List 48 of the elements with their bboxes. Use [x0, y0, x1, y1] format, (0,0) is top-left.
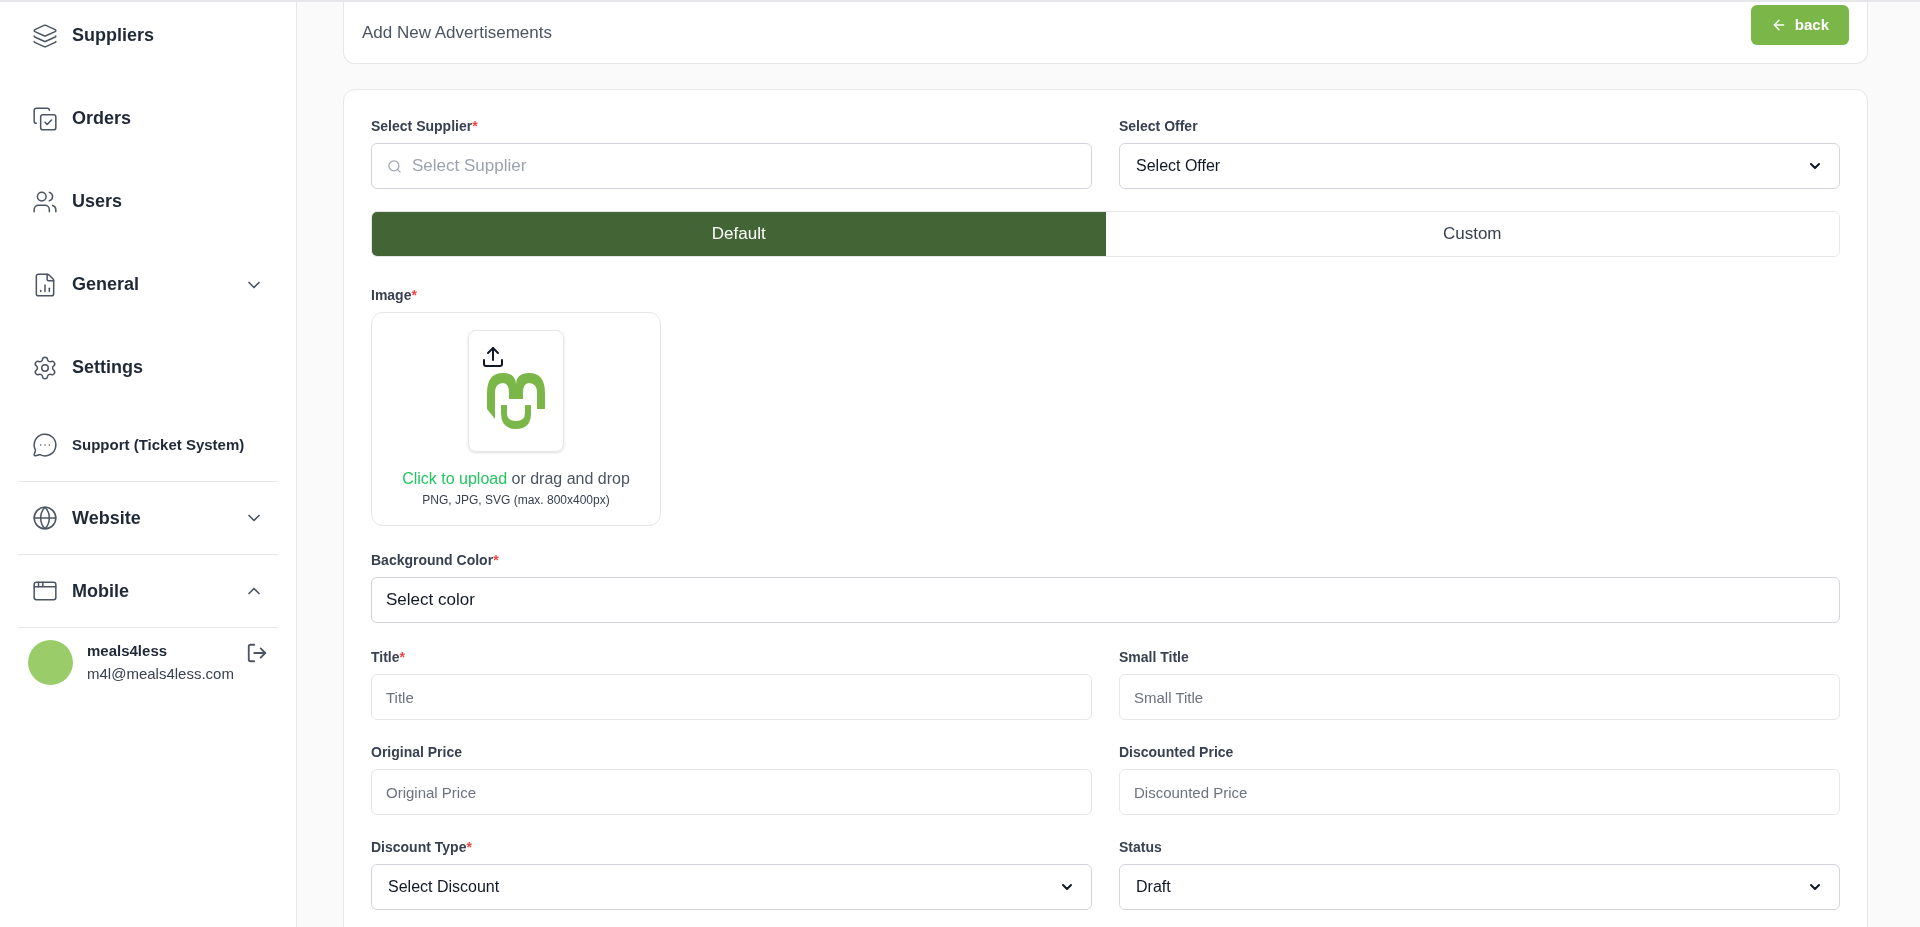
chat-bubble-icon	[32, 432, 58, 458]
sidebar-item[interactable]: Suppliers	[18, 2, 278, 77]
search-field[interactable]: Select Supplier	[371, 143, 1092, 189]
upload-formats: PNG, JPG, SVG (max. 800x400px)	[422, 492, 610, 509]
field-label: Select Supplier	[371, 118, 473, 134]
field-label: Image	[371, 287, 412, 303]
sidebar-item[interactable]: Website	[18, 482, 278, 554]
field-label: Discounted Price	[1119, 744, 1234, 760]
sidebar-item[interactable]: General	[18, 243, 278, 326]
logout-icon[interactable]	[246, 642, 268, 664]
upload-icon	[481, 345, 505, 369]
field-label: Background Color	[371, 552, 494, 568]
search-icon	[387, 159, 402, 174]
sidebar-item[interactable]: Mobile	[18, 555, 278, 627]
input-field[interactable]: Original Price	[371, 769, 1092, 815]
required-mark: *	[472, 118, 478, 134]
field-label: Title	[371, 649, 400, 665]
user-name: meals4less	[87, 641, 169, 661]
required-mark: *	[411, 287, 417, 303]
page-subtitle: Add New Advertisements	[362, 21, 552, 44]
input-field[interactable]: Discounted Price	[1119, 769, 1840, 815]
input-field[interactable]: Title	[371, 674, 1092, 720]
sidebar-item[interactable]: Users	[18, 160, 278, 243]
field-label: Original Price	[371, 744, 463, 760]
layers-icon	[32, 22, 58, 49]
color-field[interactable]: Select color	[371, 577, 1840, 623]
settings-icon	[32, 354, 58, 381]
field-label: Discount Type	[371, 839, 467, 855]
select-field[interactable]: Select Discount	[371, 864, 1092, 910]
upload-instructions: Click to upload or drag and drop	[402, 469, 630, 489]
select-field[interactable]: Select Offer	[1119, 143, 1840, 189]
required-mark: *	[466, 839, 472, 855]
field-label: Select Offer	[1119, 118, 1198, 134]
required-mark: *	[493, 552, 499, 568]
input-field[interactable]: Small Title	[1119, 674, 1840, 720]
sidebar-item[interactable]: Settings	[18, 326, 278, 409]
user-email: m4l@meals4less.com	[87, 663, 235, 684]
field-label: Status	[1119, 839, 1162, 855]
avatar	[28, 640, 73, 685]
upload-dropzone[interactable]: Click to upload or drag and drop PNG, JPG, SVG (max. 800x400px)	[371, 312, 661, 526]
field-label: Small Title	[1119, 649, 1189, 665]
sidebar-item[interactable]: Support (Ticket System)	[18, 409, 278, 481]
required-mark: *	[399, 649, 405, 665]
sidebar-item[interactable]: Orders	[18, 77, 278, 160]
globe-icon	[32, 505, 58, 531]
mode-tab[interactable]: Default	[372, 212, 1106, 256]
checked-copies-icon	[32, 105, 58, 132]
select-field[interactable]: Draft	[1119, 864, 1840, 910]
